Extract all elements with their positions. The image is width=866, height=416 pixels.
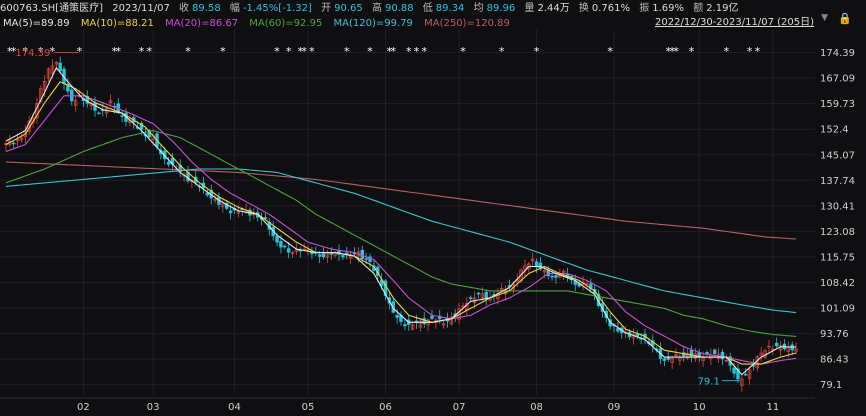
y-tick-label: 86.43 [820, 355, 849, 366]
event-markers: ** * * * * ** * * * * * * ** * * * ** * * * * * * * *** * * * * [7, 45, 761, 58]
x-tick-label: 03 [147, 402, 160, 413]
candle-body [58, 62, 62, 72]
y-tick-label: 145.07 [820, 150, 855, 161]
candle-body [275, 235, 279, 243]
ma250-line [5, 161, 797, 240]
event-marker: * [755, 45, 761, 58]
candle-body [774, 342, 779, 347]
x-tick-label: 11 [766, 402, 779, 413]
event-marker: * [77, 45, 83, 58]
event-marker: * [460, 45, 466, 58]
event-marker: * [534, 45, 540, 58]
candle-body [360, 249, 364, 259]
y-tick-label: 93.76 [820, 329, 849, 340]
candle-body [317, 254, 322, 257]
candle-body [720, 351, 725, 360]
event-marker: * [367, 45, 373, 58]
event-marker: * [301, 45, 307, 58]
x-tick-label: 06 [379, 402, 392, 413]
y-tick-label: 79.1 [820, 380, 842, 391]
candlesticks [4, 56, 798, 392]
event-marker: * [747, 45, 753, 58]
y-tick-label: 101.09 [820, 304, 855, 315]
candle-body [321, 253, 326, 258]
x-axis: 02 03 04 05 06 07 08 09 10 11 [0, 397, 815, 413]
candle-body [666, 357, 670, 360]
y-tick-label: 159.73 [820, 99, 855, 110]
x-tick-label: 04 [228, 402, 241, 413]
candle-body [283, 245, 287, 248]
candle-body [484, 291, 488, 300]
candle-body [11, 142, 16, 145]
candle-body [744, 373, 748, 376]
x-tick-label: 02 [77, 402, 90, 413]
event-marker: * [286, 45, 292, 58]
y-tick-label: 115.75 [820, 252, 855, 263]
x-tick-label: 08 [530, 402, 543, 413]
candle-body [662, 358, 667, 361]
low-price-label: 79.1 [698, 377, 720, 388]
candle-body [166, 161, 171, 165]
event-marker: * [607, 45, 613, 58]
event-marker: * [220, 45, 226, 58]
candle-body [732, 367, 736, 374]
event-marker: * [309, 45, 315, 58]
high-price-label: 174.39 [15, 48, 50, 59]
event-marker: * [139, 45, 145, 58]
candle-body [403, 324, 407, 327]
event-marker: * [185, 45, 191, 58]
event-marker: * [116, 45, 122, 58]
candle-body [713, 349, 717, 354]
event-marker: * [344, 45, 350, 58]
candle-body [286, 248, 291, 253]
event-marker: * [724, 45, 730, 58]
candle-body [364, 258, 368, 260]
event-marker: * [50, 45, 56, 58]
candle-body [395, 314, 399, 318]
candle-body [550, 275, 554, 278]
event-marker: * [421, 45, 427, 58]
candle-body [228, 210, 233, 214]
x-tick-label: 05 [302, 402, 315, 413]
candle-body [430, 315, 434, 319]
candle-body [341, 255, 345, 258]
event-marker: * [146, 45, 152, 58]
y-tick-label: 108.42 [820, 278, 855, 289]
candle-body [97, 112, 101, 115]
event-marker: * [391, 45, 397, 58]
event-marker: * [414, 45, 420, 58]
y-tick-label: 152.4 [820, 125, 849, 136]
event-marker: * [406, 45, 412, 58]
y-tick-label: 137.74 [820, 176, 855, 187]
x-tick-label: 09 [608, 402, 621, 413]
event-marker: * [673, 45, 679, 58]
candle-body [345, 252, 349, 255]
y-tick-label: 174.39 [820, 48, 855, 59]
y-axis: 174.39 167.09 159.73 152.4 145.07 137.74 130.4… [820, 48, 855, 391]
event-marker: * [689, 45, 695, 58]
event-marker: * [274, 45, 280, 58]
event-marker: * [499, 45, 505, 58]
x-tick-label: 07 [453, 402, 466, 413]
candle-body [476, 292, 481, 295]
y-tick-label: 123.08 [820, 227, 855, 238]
candle-body [93, 102, 97, 111]
kline-chart[interactable]: ** * * * * ** * * * * * * ** * * * ** * * * * * * * *** * * * * 174.… [0, 0, 866, 416]
x-tick-label: 10 [693, 402, 706, 413]
ma60-line [5, 130, 797, 337]
candle-body [554, 275, 558, 278]
candle-body [120, 115, 124, 117]
candle-body [329, 253, 333, 255]
y-tick-label: 167.09 [820, 74, 855, 85]
y-tick-label: 130.41 [820, 201, 855, 212]
candle-body [469, 297, 473, 299]
candle-body [279, 241, 283, 248]
candle-body [616, 328, 620, 332]
